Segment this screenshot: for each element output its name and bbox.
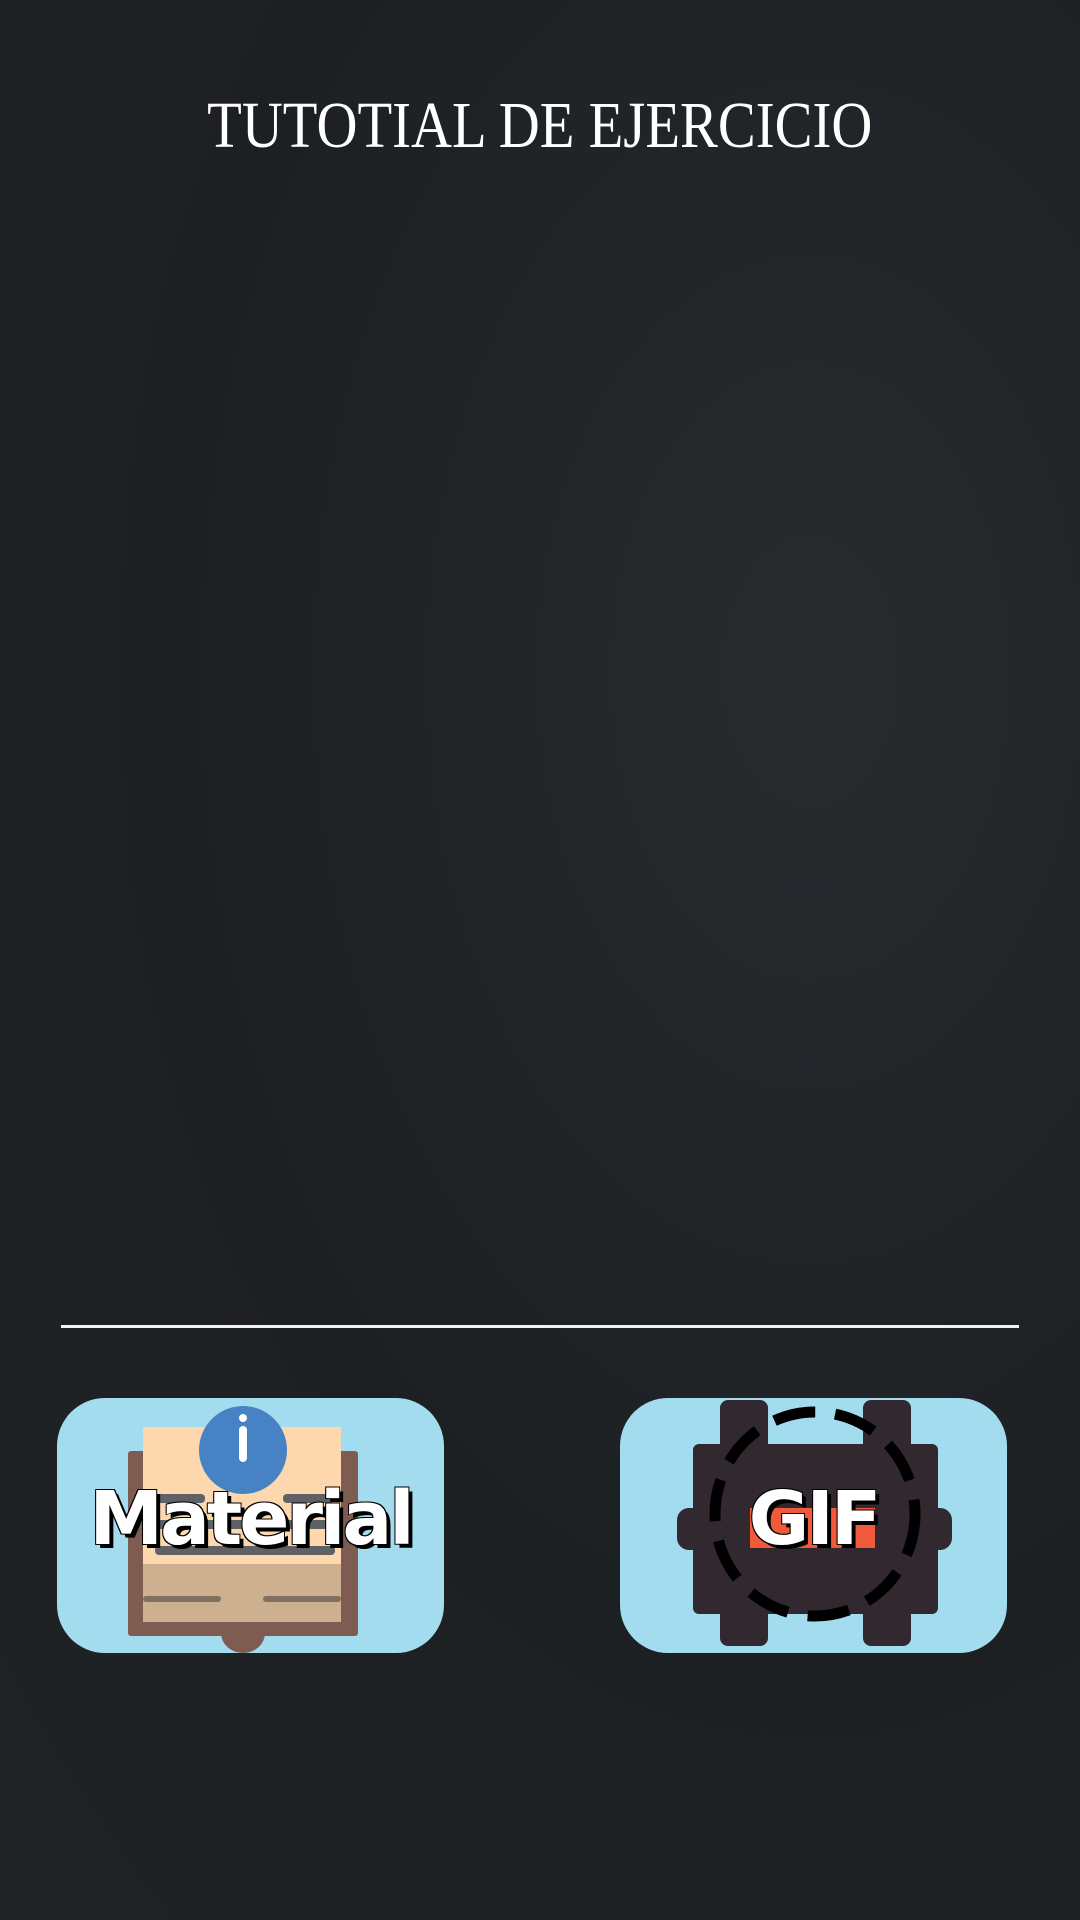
page-title-text: TUTOTIAL DE EJERCICIO bbox=[207, 89, 873, 162]
divider bbox=[61, 1325, 1019, 1328]
material-button[interactable]: Material bbox=[57, 1398, 444, 1653]
gif-button[interactable]: GIF bbox=[620, 1398, 1007, 1653]
page-title: TUTOTIAL DE EJERCICIO bbox=[0, 88, 1080, 164]
gif-button-label: GIF bbox=[748, 1476, 882, 1562]
material-button-label: Material bbox=[89, 1476, 414, 1562]
